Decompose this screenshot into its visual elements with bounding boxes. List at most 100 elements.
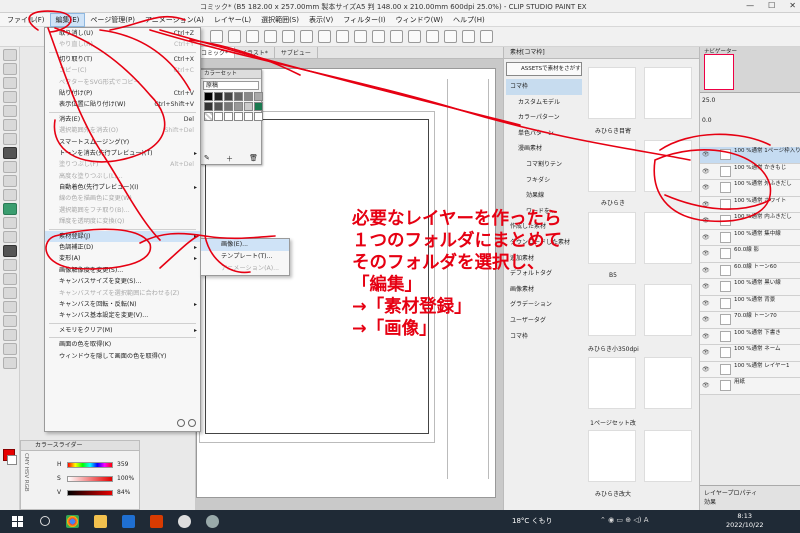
- material-thumb[interactable]: [588, 67, 636, 119]
- saturation-slider[interactable]: S 100%: [57, 475, 137, 483]
- hand-tool-icon[interactable]: [3, 63, 17, 75]
- menu-page[interactable]: ページ管理(P): [85, 13, 140, 27]
- edit-menu-item[interactable]: 画像解像度を変更(S)...: [45, 265, 200, 276]
- clip-studio-paint-icon[interactable]: [206, 515, 219, 528]
- tab-illust[interactable]: イラスト*: [235, 47, 275, 58]
- edit-menu-item[interactable]: 画面の色を取得(K): [45, 339, 200, 350]
- maximize-button[interactable]: ☐: [768, 1, 775, 10]
- mail-icon[interactable]: [122, 515, 135, 528]
- eyedropper-icon[interactable]: ✎: [204, 154, 210, 162]
- material-tree-node[interactable]: ユーザータグ: [506, 313, 582, 329]
- material-thumb[interactable]: [588, 284, 636, 336]
- edit-menu-item[interactable]: スマートスムージング(Y): [45, 137, 200, 148]
- color-swatch[interactable]: [234, 112, 243, 121]
- material-thumb[interactable]: [644, 140, 692, 192]
- edit-menu-item[interactable]: 切り取り(T) Ctrl+X: [45, 54, 200, 65]
- edit-menu-item[interactable]: 選択範囲外を消去(O) Shift+Del: [45, 125, 200, 136]
- edit-menu-item[interactable]: 素材登録(J) ▸: [45, 230, 200, 243]
- office-icon[interactable]: [150, 515, 163, 528]
- brush-tool-icon[interactable]: [3, 175, 17, 187]
- move-tool-icon[interactable]: [3, 77, 17, 89]
- material-tree-node[interactable]: コマ割りテン: [506, 157, 582, 173]
- frame-icon[interactable]: [462, 30, 475, 43]
- menu-window[interactable]: ウィンドウ(W): [391, 13, 448, 27]
- menu-view[interactable]: 表示(V): [304, 13, 338, 27]
- ime-indicator[interactable]: A: [644, 516, 649, 524]
- material-tree-node[interactable]: コマ枠: [506, 79, 582, 95]
- material-tree-node[interactable]: 効果線: [506, 188, 582, 204]
- eraser-tool-icon[interactable]: [3, 217, 17, 229]
- eyedropper-tool-icon[interactable]: [3, 133, 17, 145]
- edit-menu-item[interactable]: キャンバス基本設定を変更(V)...: [45, 310, 200, 321]
- edit-menu-item[interactable]: 塗りつぶし(F) Alt+Del: [45, 159, 200, 170]
- color-swatch[interactable]: [244, 112, 253, 121]
- new-icon[interactable]: [210, 30, 223, 43]
- taskbar-clock[interactable]: 8:13 2022/10/22: [726, 512, 763, 530]
- color-swatch[interactable]: [234, 102, 243, 111]
- submenu-animation[interactable]: アニメーション(A)...: [201, 263, 289, 275]
- menu-filter[interactable]: フィルター(I): [338, 13, 390, 27]
- material-tree-node[interactable]: 単色パターン: [506, 126, 582, 142]
- color-swatch[interactable]: [254, 112, 263, 121]
- material-tree-node[interactable]: カラーパターン: [506, 110, 582, 126]
- edit-menu-item[interactable]: 変形(A) ▸: [45, 253, 200, 264]
- material-tree-node[interactable]: グラデーション: [506, 297, 582, 313]
- layer-row[interactable]: 👁 70.0線 トーン70: [700, 312, 800, 329]
- select-icon[interactable]: [336, 30, 349, 43]
- material-thumb[interactable]: [588, 430, 636, 482]
- edit-menu-item[interactable]: 自動着色(先行プレビュー)(I) ▸: [45, 182, 200, 193]
- save-icon[interactable]: [246, 30, 259, 43]
- layer-row[interactable]: 👁 用紙: [700, 378, 800, 395]
- delete-color-icon[interactable]: 🗑: [249, 154, 258, 162]
- text-tool-icon[interactable]: [3, 315, 17, 327]
- edit-menu-item[interactable]: キャンバスを回転・反転(N) ▸: [45, 299, 200, 310]
- layer-row[interactable]: 👁 100 %通常 内ふきだし: [700, 213, 800, 230]
- layer-row[interactable]: 👁 60.0線 トーン60: [700, 262, 800, 279]
- tab-comic[interactable]: コミック*: [195, 47, 236, 58]
- material-thumb[interactable]: [644, 430, 692, 482]
- material-tree-node[interactable]: 画像素材: [506, 282, 582, 298]
- blend-tool-icon[interactable]: [3, 231, 17, 243]
- material-thumb[interactable]: [644, 67, 692, 119]
- menu-selection[interactable]: 選択範囲(S): [256, 13, 304, 27]
- saturation-bar[interactable]: [67, 476, 113, 482]
- zoom-tool-icon[interactable]: [3, 49, 17, 61]
- transform-icon[interactable]: [318, 30, 331, 43]
- eye-icon[interactable]: 👁: [702, 366, 710, 373]
- clear-icon[interactable]: [300, 30, 313, 43]
- ruler-icon[interactable]: [408, 30, 421, 43]
- edit-menu-item[interactable]: 色調補正(D) ▸: [45, 242, 200, 253]
- layer-row[interactable]: 👁 100 %通常 レイヤー1: [700, 361, 800, 378]
- eye-icon[interactable]: 👁: [702, 217, 710, 224]
- color-swatch[interactable]: [234, 92, 243, 101]
- edit-menu-item[interactable]: キャンバスサイズを変更(S)...: [45, 276, 200, 287]
- layer-row[interactable]: 👁 100 %通常 集中線: [700, 229, 800, 246]
- menu-animation[interactable]: アニメーション(A): [140, 13, 209, 27]
- fill-tool-icon[interactable]: [3, 245, 17, 257]
- material-tree-node[interactable]: カスタムモデル: [506, 95, 582, 111]
- material-thumb[interactable]: [588, 140, 636, 192]
- sub-color-swatch[interactable]: [7, 455, 17, 465]
- invert-icon[interactable]: [372, 30, 385, 43]
- edit-menu-item[interactable]: トーンを消去(先行プレビュー)(T) ▸: [45, 148, 200, 159]
- windows-start-icon[interactable]: [12, 516, 23, 527]
- assets-search-button[interactable]: ASSETSで素材をさがす: [506, 62, 582, 76]
- color-swatch[interactable]: [214, 92, 223, 101]
- info-icon[interactable]: [188, 419, 196, 427]
- color-swatch[interactable]: [244, 102, 253, 111]
- color-swatch[interactable]: [204, 102, 213, 111]
- edit-menu-item[interactable]: ウィンドウを隠して画面の色を取得(Y): [45, 351, 200, 362]
- eye-icon[interactable]: 👁: [702, 168, 710, 175]
- menu-layer[interactable]: レイヤー(L): [209, 13, 256, 27]
- color-swatch[interactable]: [224, 102, 233, 111]
- layer-row[interactable]: 👁 100 %通常 かきもじ: [700, 163, 800, 180]
- edit-menu-item[interactable]: 選択範囲をフチ取り(B)...: [45, 205, 200, 216]
- material-tree-node[interactable]: フキダシ: [506, 173, 582, 189]
- layer-row[interactable]: 👁 100 %通常 ホワイト: [700, 196, 800, 213]
- navigator-angle[interactable]: 0.0: [702, 117, 712, 124]
- menu-help[interactable]: ヘルプ(H): [448, 13, 490, 27]
- submenu-image[interactable]: 画像(E)...: [201, 239, 289, 251]
- operation-tool-icon[interactable]: [3, 91, 17, 103]
- layer-icon[interactable]: [444, 30, 457, 43]
- material-thumb[interactable]: [644, 284, 692, 336]
